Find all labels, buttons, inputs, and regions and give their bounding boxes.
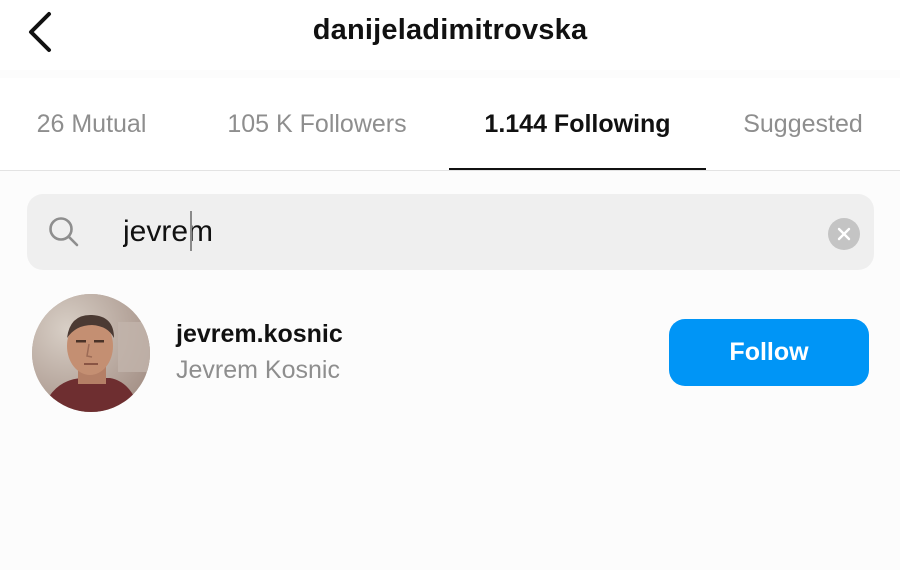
tab-following[interactable]: 1.144 Following xyxy=(449,78,706,170)
page-title: danijeladimitrovska xyxy=(312,14,588,46)
screen: danijeladimitrovska 26 Mutual 105 K Foll… xyxy=(0,0,900,570)
chevron-left-icon xyxy=(29,12,51,52)
username[interactable]: jevrem.kosnic xyxy=(176,320,343,349)
tab-suggested[interactable]: Suggested xyxy=(730,78,876,170)
avatar[interactable] xyxy=(32,294,150,412)
back-button[interactable] xyxy=(20,10,60,54)
clear-search-button[interactable] xyxy=(828,218,860,250)
follow-button[interactable]: Follow xyxy=(669,319,869,386)
tab-mutual[interactable]: 26 Mutual xyxy=(20,78,163,170)
text-cursor xyxy=(190,211,192,251)
tab-bar: 26 Mutual 105 K Followers 1.144 Followin… xyxy=(0,78,900,171)
active-tab-indicator xyxy=(449,168,706,170)
clear-icon xyxy=(837,227,851,241)
header: danijeladimitrovska xyxy=(0,0,900,70)
list-item[interactable]: jevrem.kosnic Jevrem Kosnic Follow xyxy=(0,290,900,415)
full-name: Jevrem Kosnic xyxy=(176,356,340,384)
tab-followers[interactable]: 105 K Followers xyxy=(210,78,424,170)
search-icon xyxy=(49,217,79,247)
search-bar[interactable] xyxy=(27,194,874,270)
search-input[interactable] xyxy=(123,211,823,253)
